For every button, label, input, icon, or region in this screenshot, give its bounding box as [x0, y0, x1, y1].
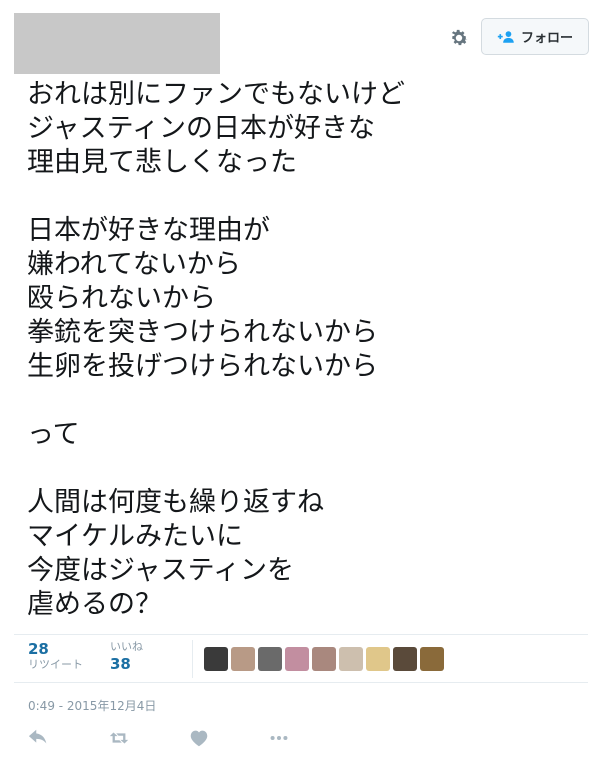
divider [192, 640, 193, 678]
avatar[interactable] [285, 647, 309, 671]
tweet-text-line [27, 384, 587, 418]
tweet-text-line: 拳銃を突きつけられないから [27, 317, 378, 348]
tweet-text-line [27, 452, 587, 486]
avatar[interactable] [339, 647, 363, 671]
follow-user-plus-icon [497, 30, 515, 44]
tweet-card: フォロー おれは別にファンでもないけど ジャスティンの日本が好きな 理由見て悲しくな… [0, 0, 613, 772]
retweet-count: 28 [28, 640, 49, 658]
like-count: 38 [110, 655, 131, 673]
follow-button-label: フォロー [520, 30, 573, 45]
tweet-text-line: 日本が好きな理由が [27, 215, 270, 246]
like-count-stat[interactable]: いいね 38 [110, 640, 143, 673]
reply-icon[interactable] [28, 728, 50, 748]
like-heart-icon[interactable] [188, 728, 210, 748]
gear-icon[interactable] [448, 27, 470, 49]
tweet-text-line: おれは別にファンでもないけど [27, 79, 405, 110]
divider [14, 682, 588, 683]
tweet-text-line: マイケルみたいに [27, 521, 243, 552]
avatar[interactable] [231, 647, 255, 671]
tweet-text-line: 生卵を投げつけられないから [27, 351, 378, 382]
retweet-count-stat[interactable]: 28 リツイート [28, 640, 83, 672]
avatar[interactable] [258, 647, 282, 671]
redacted-user-name [14, 13, 220, 74]
follow-button[interactable]: フォロー [481, 18, 589, 55]
tweet-text: おれは別にファンでもないけど ジャスティンの日本が好きな 理由見て悲しくなった 日本が… [27, 78, 587, 622]
more-dots-icon[interactable] [268, 728, 290, 748]
like-label: いいね [110, 640, 143, 653]
avatar[interactable] [393, 647, 417, 671]
tweet-text-line: 殴られないから [27, 283, 216, 314]
tweet-text-line: 嫌われてないから [27, 249, 241, 280]
retweet-icon[interactable] [108, 728, 130, 748]
avatar[interactable] [204, 647, 228, 671]
tweet-text-line: 理由見て悲しくなった [27, 147, 297, 178]
divider [14, 634, 588, 635]
timestamp[interactable]: 0:49 - 2015年12月4日 [28, 697, 156, 714]
avatar[interactable] [366, 647, 390, 671]
avatar[interactable] [312, 647, 336, 671]
liker-avatars [204, 647, 444, 671]
retweet-label: リツイート [28, 658, 83, 671]
tweet-text-line: 虐めるの？ [27, 589, 162, 620]
tweet-text-line: ジャスティンの日本が好きな [27, 113, 376, 144]
tweet-text-line: 人間は何度も繰り返すね [27, 487, 324, 518]
tweet-text-line [27, 180, 587, 214]
tweet-text-line: 今度はジャスティンを [27, 555, 295, 586]
avatar[interactable] [420, 647, 444, 671]
tweet-text-line: って [27, 419, 80, 450]
